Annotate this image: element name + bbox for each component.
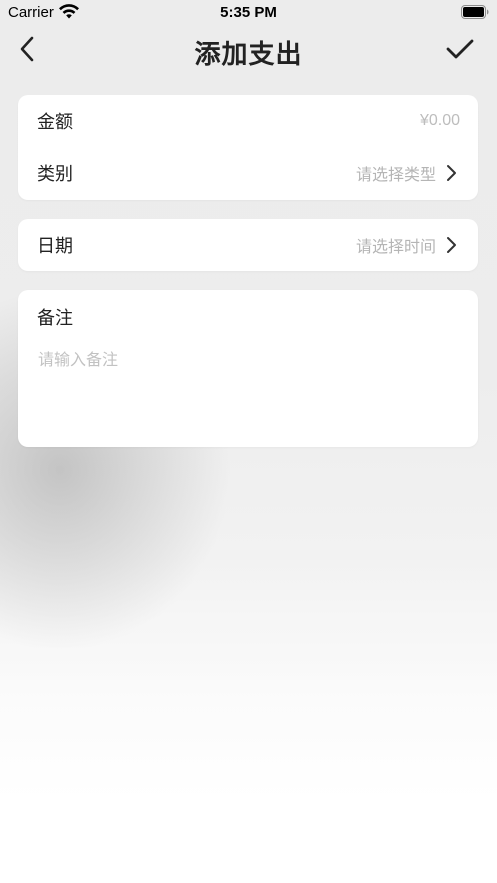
- category-value-wrap: 请选择类型: [356, 161, 458, 185]
- date-card: 日期 请选择时间: [18, 219, 478, 271]
- amount-value-wrap: [320, 112, 460, 130]
- category-placeholder: 请选择类型: [355, 165, 436, 184]
- save-button[interactable]: [443, 34, 477, 68]
- status-bar: Carrier 5:35 PM: [0, 0, 497, 26]
- date-label: 日期: [37, 236, 73, 257]
- amount-row[interactable]: 金额: [18, 95, 478, 147]
- amount-category-card: 金额 类别 请选择类型: [18, 95, 478, 200]
- note-input[interactable]: [38, 346, 458, 436]
- date-value-wrap: 请选择时间: [356, 233, 458, 257]
- date-row[interactable]: 日期 请选择时间: [18, 219, 478, 271]
- category-label: 类别: [37, 164, 73, 185]
- amount-input[interactable]: [320, 112, 460, 130]
- amount-label: 金额: [37, 112, 73, 133]
- status-time: 5:35 PM: [220, 4, 277, 21]
- note-card: 备注: [18, 290, 478, 447]
- category-row[interactable]: 类别 请选择类型: [18, 147, 478, 199]
- checkmark-icon: [446, 38, 474, 64]
- chevron-right-icon: [444, 235, 458, 255]
- date-placeholder: 请选择时间: [355, 237, 436, 256]
- navigation-bar: 添加支出: [0, 26, 497, 78]
- page-title: 添加支出: [194, 40, 303, 70]
- chevron-right-icon: [444, 163, 458, 183]
- note-label: 备注: [37, 308, 73, 329]
- battery-icon: [461, 5, 489, 19]
